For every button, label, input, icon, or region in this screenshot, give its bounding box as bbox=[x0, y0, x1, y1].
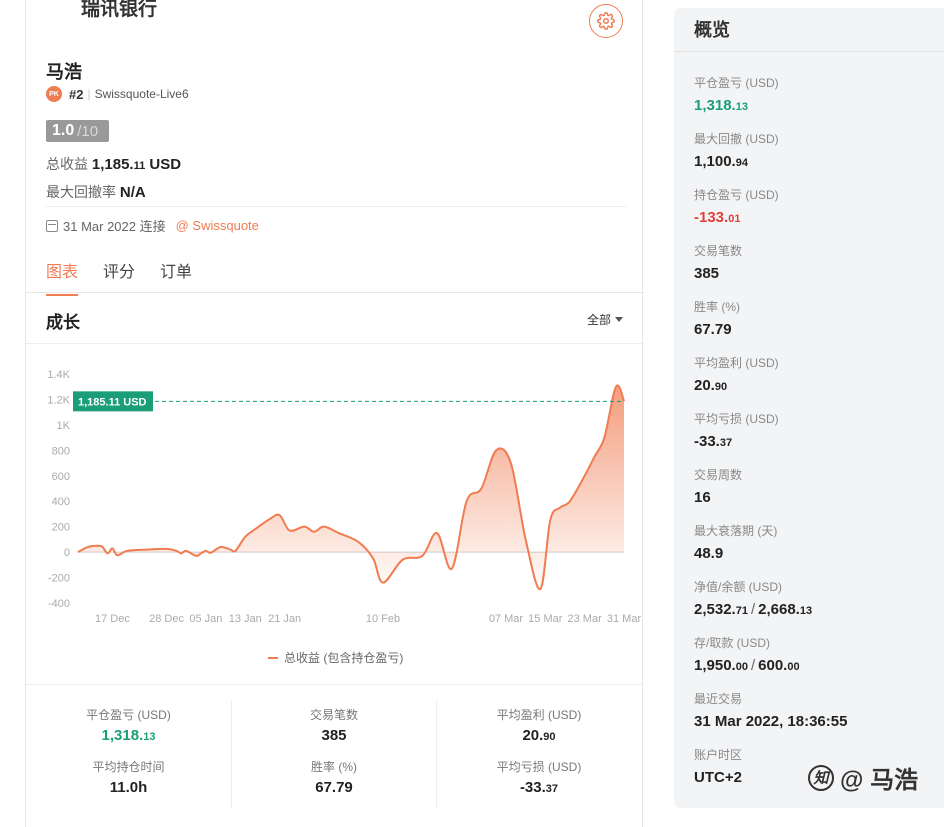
y-tick-label: 800 bbox=[52, 445, 70, 457]
legend-label: 总收益 (包含持仓盈亏) bbox=[284, 651, 404, 665]
x-tick-label: 28 Dec bbox=[149, 613, 184, 625]
stat-column-2: 交易笔数 385 胜率 (%) 67.79 bbox=[231, 700, 436, 808]
tab-bar: 图表 评分 订单 bbox=[46, 258, 217, 296]
legend-swatch bbox=[268, 656, 278, 659]
x-tick-label: 31 Mar bbox=[607, 613, 642, 625]
score-badge: 1.0 /10 bbox=[46, 120, 109, 142]
stat-value: -33.37 bbox=[519, 779, 559, 796]
stat-column-3: 平均盈利 (USD) 20.90 平均亏损 (USD) -33.37 bbox=[436, 700, 641, 808]
max-drawdown-label: 最大回撤率 bbox=[46, 184, 116, 200]
total-gain-label: 总收益 bbox=[46, 156, 88, 172]
account-card: 瑞讯银行 马浩 PK #2 | Swissquote-Live6 1.0 /10… bbox=[25, 0, 644, 827]
divider bbox=[674, 51, 944, 52]
max-drawdown-row: 最大回撤率 N/A bbox=[46, 182, 146, 202]
divider bbox=[46, 206, 626, 207]
x-tick-label: 23 Mar bbox=[568, 613, 603, 625]
overview-item: 平均盈利 (USD) 20.90 bbox=[694, 356, 779, 394]
overview-item: 净值/余额 (USD) 2,532.71/2,668.13 bbox=[694, 580, 813, 618]
y-tick-label: 400 bbox=[52, 496, 70, 508]
watermark-text: @ 马浩 bbox=[840, 767, 919, 794]
y-tick-label: -200 bbox=[48, 573, 70, 585]
broker-link[interactable]: @ Swissquote bbox=[176, 218, 259, 233]
summary-stats: 平仓盈亏 (USD) 1,318.13 平均持仓时间 11.0h 交易笔数 38… bbox=[26, 700, 644, 810]
y-tick-label: 1.2K bbox=[47, 394, 70, 406]
rank-divider: | bbox=[87, 87, 91, 101]
connection-row: 31 Mar 2022 连接 @ Swissquote bbox=[46, 216, 259, 235]
range-dropdown[interactable]: 全部 bbox=[587, 311, 624, 328]
x-tick-label: 05 Jan bbox=[189, 613, 222, 625]
bank-name: 瑞讯银行 bbox=[81, 0, 158, 20]
rank-row: PK #2 | Swissquote-Live6 bbox=[46, 86, 189, 102]
stat-label: 交易笔数 bbox=[309, 708, 358, 722]
y-tick-label: 0 bbox=[64, 547, 70, 559]
y-tick-label: 200 bbox=[52, 522, 70, 534]
stat-value: 1,318.13 bbox=[101, 727, 156, 744]
stat-value: 67.79 bbox=[315, 779, 353, 796]
y-tick-label: 1K bbox=[57, 420, 71, 432]
stat-value: 385 bbox=[321, 727, 347, 744]
y-tick-label: 1.4K bbox=[47, 369, 70, 381]
growth-chart-svg: 1.4K 1.2K 1K 800 600 400 200 0 -200 -400 1,185.11… bbox=[47, 369, 642, 625]
rank-badge-icon: PK bbox=[46, 86, 62, 102]
divider bbox=[26, 292, 644, 293]
overview-item: 最大衰落期 (天) 48.9 bbox=[694, 524, 778, 562]
x-tick-label: 17 Dec bbox=[95, 613, 130, 625]
rank-number: #2 bbox=[69, 86, 84, 102]
stat-label: 平均盈利 (USD) bbox=[496, 708, 582, 722]
stat-value: 11.0h bbox=[109, 779, 148, 796]
overview-item: 最近交易 31 Mar 2022, 18:36:55 bbox=[694, 692, 848, 730]
max-drawdown-value: N/A bbox=[119, 184, 146, 201]
stat-value: 20.90 bbox=[522, 727, 556, 744]
calendar-icon bbox=[46, 219, 58, 232]
growth-chart: 1.4K 1.2K 1K 800 600 400 200 0 -200 -400 1,185.11… bbox=[26, 344, 644, 684]
gear-icon bbox=[597, 12, 615, 30]
growth-area bbox=[78, 385, 624, 590]
x-tick-label: 15 Mar bbox=[528, 613, 563, 625]
total-gain-row: 总收益 1,185.11 USD bbox=[46, 154, 181, 174]
server-name: Swissquote-Live6 bbox=[94, 87, 189, 101]
score-max: /10 bbox=[77, 122, 99, 140]
x-tick-label: 07 Mar bbox=[489, 613, 524, 625]
growth-title: 成长 bbox=[46, 313, 80, 332]
chart-legend[interactable]: 总收益 (包含持仓盈亏) bbox=[268, 649, 403, 666]
account-owner-name: 马浩 bbox=[46, 62, 82, 82]
tab-chart[interactable]: 图表 bbox=[46, 258, 79, 296]
range-value: 全部 bbox=[587, 313, 612, 327]
overview-item: 最大回撤 (USD) 1,100.94 bbox=[694, 132, 779, 170]
overview-item: 账户时区 UTC+2 bbox=[694, 748, 743, 786]
y-tick-label: 600 bbox=[52, 471, 70, 483]
tab-rating[interactable]: 评分 bbox=[103, 258, 135, 296]
zhihu-logo-icon: 知 bbox=[808, 764, 834, 791]
settings-button[interactable] bbox=[589, 4, 623, 38]
overview-item: 胜率 (%) 67.79 bbox=[694, 300, 740, 338]
stat-column-1: 平仓盈亏 (USD) 1,318.13 平均持仓时间 11.0h bbox=[26, 700, 231, 808]
overview-item: 平仓盈亏 (USD) 1,318.13 bbox=[694, 76, 779, 114]
overview-item: 交易周数 16 bbox=[694, 468, 743, 506]
overview-item: 持仓盈亏 (USD) -133.01 bbox=[694, 188, 779, 226]
connected-date: 31 Mar 2022 连接 bbox=[63, 219, 166, 234]
x-tick-label: 21 Jan bbox=[268, 613, 301, 625]
stat-label: 胜率 (%) bbox=[311, 760, 357, 774]
y-tick-label: -400 bbox=[48, 598, 70, 610]
tab-orders[interactable]: 订单 bbox=[160, 258, 192, 296]
stat-label: 平均持仓时间 bbox=[92, 760, 165, 774]
stat-label: 平仓盈亏 (USD) bbox=[86, 708, 171, 722]
overview-title: 概览 bbox=[694, 20, 730, 40]
watermark: 知 @ 马浩 bbox=[808, 760, 918, 795]
overview-item: 存/取款 (USD) 1,950.00/600.00 bbox=[694, 636, 800, 674]
total-gain-value: 1,185.11 USD bbox=[91, 156, 182, 173]
chevron-down-icon bbox=[615, 317, 624, 322]
x-tick-label: 13 Jan bbox=[229, 613, 262, 625]
overview-panel: 概览 平仓盈亏 (USD) 1,318.13 最大回撤 (USD) 1,100.… bbox=[674, 8, 944, 808]
stat-label: 平均亏损 (USD) bbox=[496, 760, 582, 774]
overview-item: 平均亏损 (USD) -33.37 bbox=[694, 412, 779, 450]
overview-item: 交易笔数 385 bbox=[694, 244, 743, 282]
x-tick-label: 10 Feb bbox=[366, 613, 400, 625]
score-value: 1.0 bbox=[52, 122, 75, 139]
divider bbox=[26, 684, 644, 685]
current-value-label: 1,185.11 USD bbox=[78, 396, 147, 408]
